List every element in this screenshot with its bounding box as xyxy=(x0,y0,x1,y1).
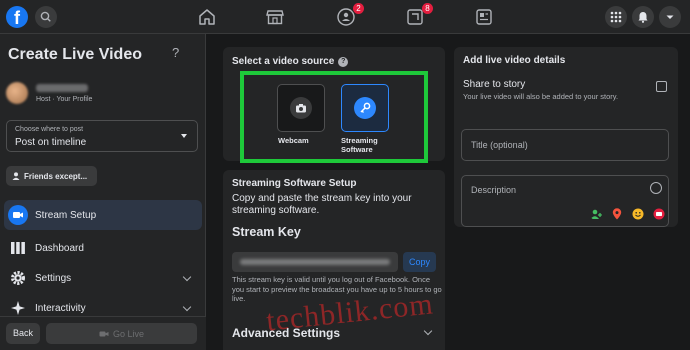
notifications-button[interactable] xyxy=(632,6,654,28)
nav-marketplace[interactable] xyxy=(265,7,285,27)
camera-icon xyxy=(290,97,312,119)
bell-icon xyxy=(638,12,648,23)
post-destination-select[interactable]: Choose where to post Post on timeline xyxy=(6,120,198,152)
stream-key-blurred xyxy=(240,259,390,265)
menu-button[interactable] xyxy=(605,6,627,28)
sidebar-item-stream-setup[interactable]: Stream Setup xyxy=(4,200,202,230)
caret-down-icon xyxy=(181,134,187,138)
gear-icon xyxy=(8,268,28,288)
tag-people-icon[interactable] xyxy=(590,208,602,220)
stream-key-field[interactable] xyxy=(232,252,398,272)
video-source-card: Select a video source ? Webcam Streaming… xyxy=(223,47,445,163)
marketplace-icon xyxy=(266,10,284,25)
facebook-logo-icon[interactable]: f xyxy=(6,6,28,28)
caret-down-icon xyxy=(666,15,674,19)
copy-button[interactable]: Copy xyxy=(403,252,436,272)
title-placeholder: Title (optional) xyxy=(471,140,528,150)
nav-gaming[interactable]: 8 xyxy=(405,3,433,27)
highlight-box xyxy=(240,71,428,163)
share-to-story-label: Share to story xyxy=(463,79,526,90)
account-button[interactable] xyxy=(659,6,681,28)
chevron-down-icon xyxy=(182,302,192,312)
nav-home[interactable] xyxy=(197,7,217,27)
title-input[interactable]: Title (optional) xyxy=(461,129,669,161)
go-live-button[interactable]: Go Live xyxy=(46,323,197,344)
person-icon xyxy=(12,172,20,180)
sidebar: Create Live Video ? Host · Your Profile … xyxy=(0,34,206,350)
share-to-story-description: Your live video will also be added to yo… xyxy=(463,92,619,101)
search-button[interactable] xyxy=(35,6,57,28)
choose-value: Post on timeline xyxy=(15,137,87,148)
streaming-software-option[interactable] xyxy=(341,84,389,132)
help-icon[interactable]: ? xyxy=(172,45,179,60)
avatar xyxy=(6,82,28,104)
news-icon xyxy=(476,9,492,25)
search-icon xyxy=(40,11,51,22)
gaming-badge: 8 xyxy=(422,3,433,14)
nav-groups[interactable]: 2 xyxy=(336,3,364,27)
sidebar-item-label: Dashboard xyxy=(35,242,84,254)
feeling-icon[interactable] xyxy=(632,208,644,220)
home-icon xyxy=(199,9,215,25)
sidebar-item-label: Stream Setup xyxy=(35,209,97,221)
sidebar-footer: Back Go Live xyxy=(0,316,206,350)
page-title: Create Live Video xyxy=(8,46,142,63)
chevron-down-icon xyxy=(182,272,192,282)
video-source-heading: Select a video source ? xyxy=(232,56,349,67)
share-to-story-checkbox[interactable] xyxy=(656,81,667,92)
video-details-card: Add live video details Share to story Yo… xyxy=(454,47,678,227)
sidebar-item-dashboard[interactable]: Dashboard xyxy=(4,233,202,263)
choose-label: Choose where to post xyxy=(15,126,84,133)
video-camera-icon xyxy=(99,331,109,336)
audience-label: Friends except... xyxy=(24,171,88,181)
location-icon[interactable] xyxy=(611,208,623,220)
host-name-blurred xyxy=(36,84,88,92)
info-icon[interactable]: ? xyxy=(338,56,349,67)
stream-key-title: Stream Key xyxy=(232,225,301,239)
live-icon[interactable] xyxy=(653,208,665,220)
setup-description: Copy and paste the stream key into your … xyxy=(232,193,412,216)
grid-menu-icon xyxy=(610,11,622,23)
video-source-title: Select a video source xyxy=(232,56,335,67)
go-live-label: Go Live xyxy=(112,328,145,339)
sidebar-item-settings[interactable]: Settings xyxy=(4,263,202,293)
groups-badge: 2 xyxy=(353,3,364,14)
webcam-option[interactable] xyxy=(277,84,325,132)
chevron-down-icon[interactable] xyxy=(423,326,433,336)
description-placeholder: Description xyxy=(471,185,517,195)
sidebar-item-label: Settings xyxy=(35,272,72,284)
audience-button[interactable]: Friends except... xyxy=(6,166,97,186)
interactivity-icon xyxy=(8,298,28,318)
setup-title: Streaming Software Setup xyxy=(232,178,357,189)
description-input[interactable]: Description xyxy=(461,175,669,227)
key-icon xyxy=(354,97,376,119)
sidebar-item-label: Interactivity xyxy=(35,302,86,314)
dashboard-icon xyxy=(8,238,28,258)
back-button[interactable]: Back xyxy=(6,323,40,344)
webcam-label: Webcam xyxy=(278,136,309,145)
top-navigation-bar: f 2 8 xyxy=(0,0,690,34)
nav-news[interactable] xyxy=(474,7,494,27)
video-camera-icon xyxy=(8,205,28,225)
host-subtitle: Host · Your Profile xyxy=(36,96,93,103)
emoji-icon[interactable] xyxy=(650,182,662,194)
streaming-software-label: Streaming Software xyxy=(341,136,378,154)
details-title: Add live video details xyxy=(463,55,566,66)
